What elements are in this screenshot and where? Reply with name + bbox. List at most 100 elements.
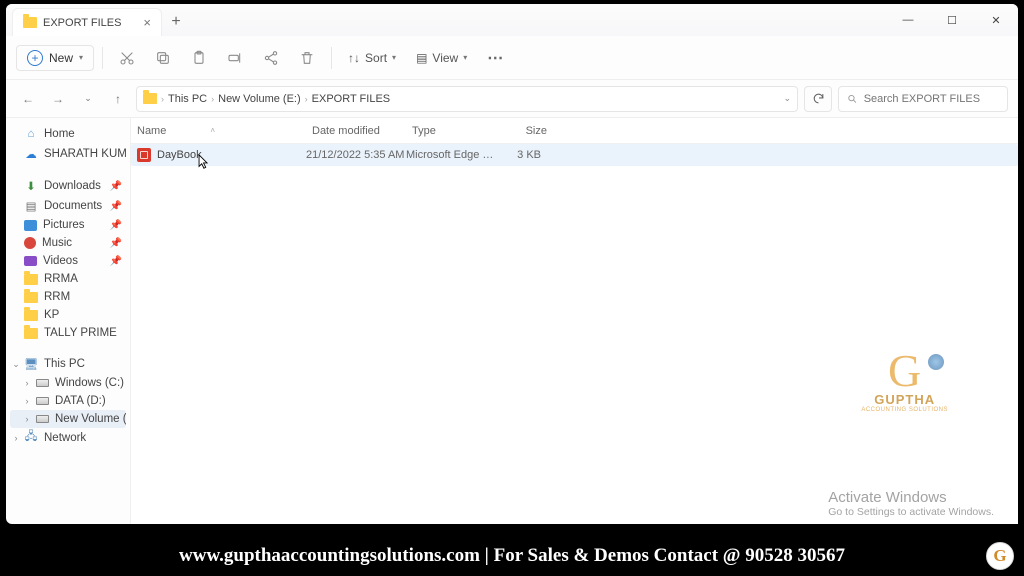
chevron-right-icon[interactable]: › bbox=[22, 414, 32, 424]
sidebar-item-drive-d[interactable]: › DATA (D:) bbox=[10, 392, 126, 410]
brand-sub: ACCOUNTING SOLUTIONS bbox=[861, 407, 948, 413]
sidebar-item-kp[interactable]: KP bbox=[10, 306, 126, 324]
footer-text: www.gupthaaccountingsolutions.com | For … bbox=[179, 545, 845, 567]
column-size[interactable]: Size bbox=[502, 125, 547, 137]
share-icon[interactable] bbox=[255, 43, 287, 73]
sidebar-item-home[interactable]: ⌂ Home bbox=[10, 124, 126, 144]
sidebar-label: RRM bbox=[44, 291, 70, 303]
sidebar-item-rrma[interactable]: RRMA bbox=[10, 270, 126, 288]
column-type[interactable]: Type bbox=[412, 125, 502, 137]
logo-icon: G bbox=[861, 348, 948, 394]
sidebar-item-this-pc[interactable]: ⌄ 🖥 This PC bbox=[10, 354, 126, 374]
search-input[interactable] bbox=[838, 86, 1008, 112]
footer-logo-icon: G bbox=[986, 542, 1014, 570]
activate-title: Activate Windows bbox=[828, 489, 994, 506]
search-field[interactable] bbox=[864, 93, 999, 105]
file-list-pane: Name ˄ Date modified Type Size DayBook 2… bbox=[131, 118, 1018, 524]
new-tab-button[interactable]: + bbox=[162, 8, 190, 36]
file-date-cell: 21/12/2022 5:35 AM bbox=[306, 149, 406, 161]
network-icon: 🖧 bbox=[24, 431, 38, 445]
view-label: View bbox=[432, 51, 458, 65]
rename-icon[interactable] bbox=[219, 43, 251, 73]
search-icon bbox=[847, 93, 858, 105]
sidebar-item-documents[interactable]: ▤ Documents 📌 bbox=[10, 196, 126, 216]
tab-title: EXPORT FILES bbox=[43, 17, 121, 29]
new-button[interactable]: + New ▾ bbox=[16, 45, 94, 71]
maximize-button[interactable]: ☐ bbox=[930, 4, 974, 36]
close-tab-icon[interactable]: × bbox=[143, 15, 151, 30]
sidebar-label: Documents bbox=[44, 200, 102, 212]
minimize-button[interactable]: — bbox=[886, 4, 930, 36]
chevron-right-icon[interactable]: › bbox=[11, 433, 21, 443]
sidebar-item-tally[interactable]: TALLY PRIME bbox=[10, 324, 126, 342]
crumb-volume[interactable]: New Volume (E:) bbox=[218, 93, 301, 105]
sidebar-label: Network bbox=[44, 432, 86, 444]
video-icon bbox=[24, 256, 37, 266]
refresh-button[interactable] bbox=[804, 86, 832, 112]
body: ⌂ Home ☁ SHARATH KUMAR ⬇ Downloads 📌 ▤ D… bbox=[6, 118, 1018, 524]
sidebar-item-videos[interactable]: Videos 📌 bbox=[10, 252, 126, 270]
chevron-right-icon: › bbox=[161, 94, 164, 104]
navigation-row: ← → ⌄ ↑ › This PC › New Volume (E:) › EX… bbox=[6, 80, 1018, 118]
chevron-down-icon: ▾ bbox=[79, 53, 83, 62]
col-label: Type bbox=[412, 125, 436, 137]
sort-dropdown[interactable]: ↑↓ Sort ▾ bbox=[340, 47, 404, 69]
copy-icon[interactable] bbox=[147, 43, 179, 73]
chevron-right-icon: › bbox=[211, 94, 214, 104]
forward-button[interactable]: → bbox=[46, 87, 70, 111]
paste-icon[interactable] bbox=[183, 43, 215, 73]
sidebar-label: Home bbox=[44, 128, 75, 140]
sidebar-label: TALLY PRIME bbox=[44, 327, 117, 339]
folder-icon bbox=[143, 93, 157, 104]
folder-icon bbox=[23, 17, 37, 28]
recent-dropdown[interactable]: ⌄ bbox=[76, 87, 100, 111]
more-icon[interactable]: ⋯ bbox=[479, 43, 511, 73]
chevron-down-icon[interactable]: ⌄ bbox=[783, 93, 791, 104]
window-tab[interactable]: EXPORT FILES × bbox=[12, 8, 162, 36]
sidebar-item-pictures[interactable]: Pictures 📌 bbox=[10, 216, 126, 234]
delete-icon[interactable] bbox=[291, 43, 323, 73]
sidebar-label: KP bbox=[44, 309, 59, 321]
chevron-right-icon: › bbox=[305, 94, 308, 104]
folder-icon bbox=[24, 292, 38, 303]
back-button[interactable]: ← bbox=[16, 87, 40, 111]
sidebar-label: This PC bbox=[44, 358, 85, 370]
col-label: Name bbox=[137, 125, 166, 137]
close-window-button[interactable]: ✕ bbox=[974, 4, 1018, 36]
sidebar-item-music[interactable]: Music 📌 bbox=[10, 234, 126, 252]
sidebar-item-drive-e[interactable]: › New Volume (E:) bbox=[10, 410, 126, 428]
folder-icon bbox=[24, 328, 38, 339]
sidebar-item-rrm[interactable]: RRM bbox=[10, 288, 126, 306]
file-row[interactable]: DayBook 21/12/2022 5:35 AM Microsoft Edg… bbox=[131, 144, 1018, 166]
sidebar-item-onedrive[interactable]: ☁ SHARATH KUMAR bbox=[10, 144, 126, 164]
cut-icon[interactable] bbox=[111, 43, 143, 73]
pin-icon: 📌 bbox=[110, 201, 122, 212]
separator bbox=[331, 47, 332, 69]
sidebar-item-drive-c[interactable]: › Windows (C:) bbox=[10, 374, 126, 392]
file-name-cell: DayBook bbox=[137, 148, 306, 162]
pin-icon: 📌 bbox=[110, 256, 122, 267]
crumb-folder[interactable]: EXPORT FILES bbox=[312, 93, 390, 105]
up-button[interactable]: ↑ bbox=[106, 87, 130, 111]
sidebar-label: Windows (C:) bbox=[55, 377, 124, 389]
music-icon bbox=[24, 237, 36, 249]
window-controls: — ☐ ✕ bbox=[886, 4, 1018, 36]
pictures-icon bbox=[24, 220, 37, 231]
pc-icon: 🖥 bbox=[24, 357, 38, 371]
sidebar-item-network[interactable]: › 🖧 Network bbox=[10, 428, 126, 448]
column-name[interactable]: Name ˄ bbox=[137, 125, 312, 137]
sidebar-item-downloads[interactable]: ⬇ Downloads 📌 bbox=[10, 176, 126, 196]
breadcrumb[interactable]: › This PC › New Volume (E:) › EXPORT FIL… bbox=[136, 86, 798, 112]
crumb-this-pc[interactable]: This PC bbox=[168, 93, 207, 105]
folder-icon bbox=[24, 274, 38, 285]
chevron-right-icon[interactable]: › bbox=[22, 378, 32, 388]
cloud-icon: ☁ bbox=[24, 147, 38, 161]
chevron-down-icon[interactable]: ⌄ bbox=[11, 359, 21, 370]
sidebar-label: Downloads bbox=[44, 180, 101, 192]
sidebar-label: Videos bbox=[43, 255, 78, 267]
view-dropdown[interactable]: ▤ View ▾ bbox=[408, 47, 475, 69]
sort-icon: ↑↓ bbox=[348, 51, 360, 65]
file-name: DayBook bbox=[157, 149, 202, 161]
column-date[interactable]: Date modified bbox=[312, 125, 412, 137]
chevron-right-icon[interactable]: › bbox=[22, 396, 32, 406]
